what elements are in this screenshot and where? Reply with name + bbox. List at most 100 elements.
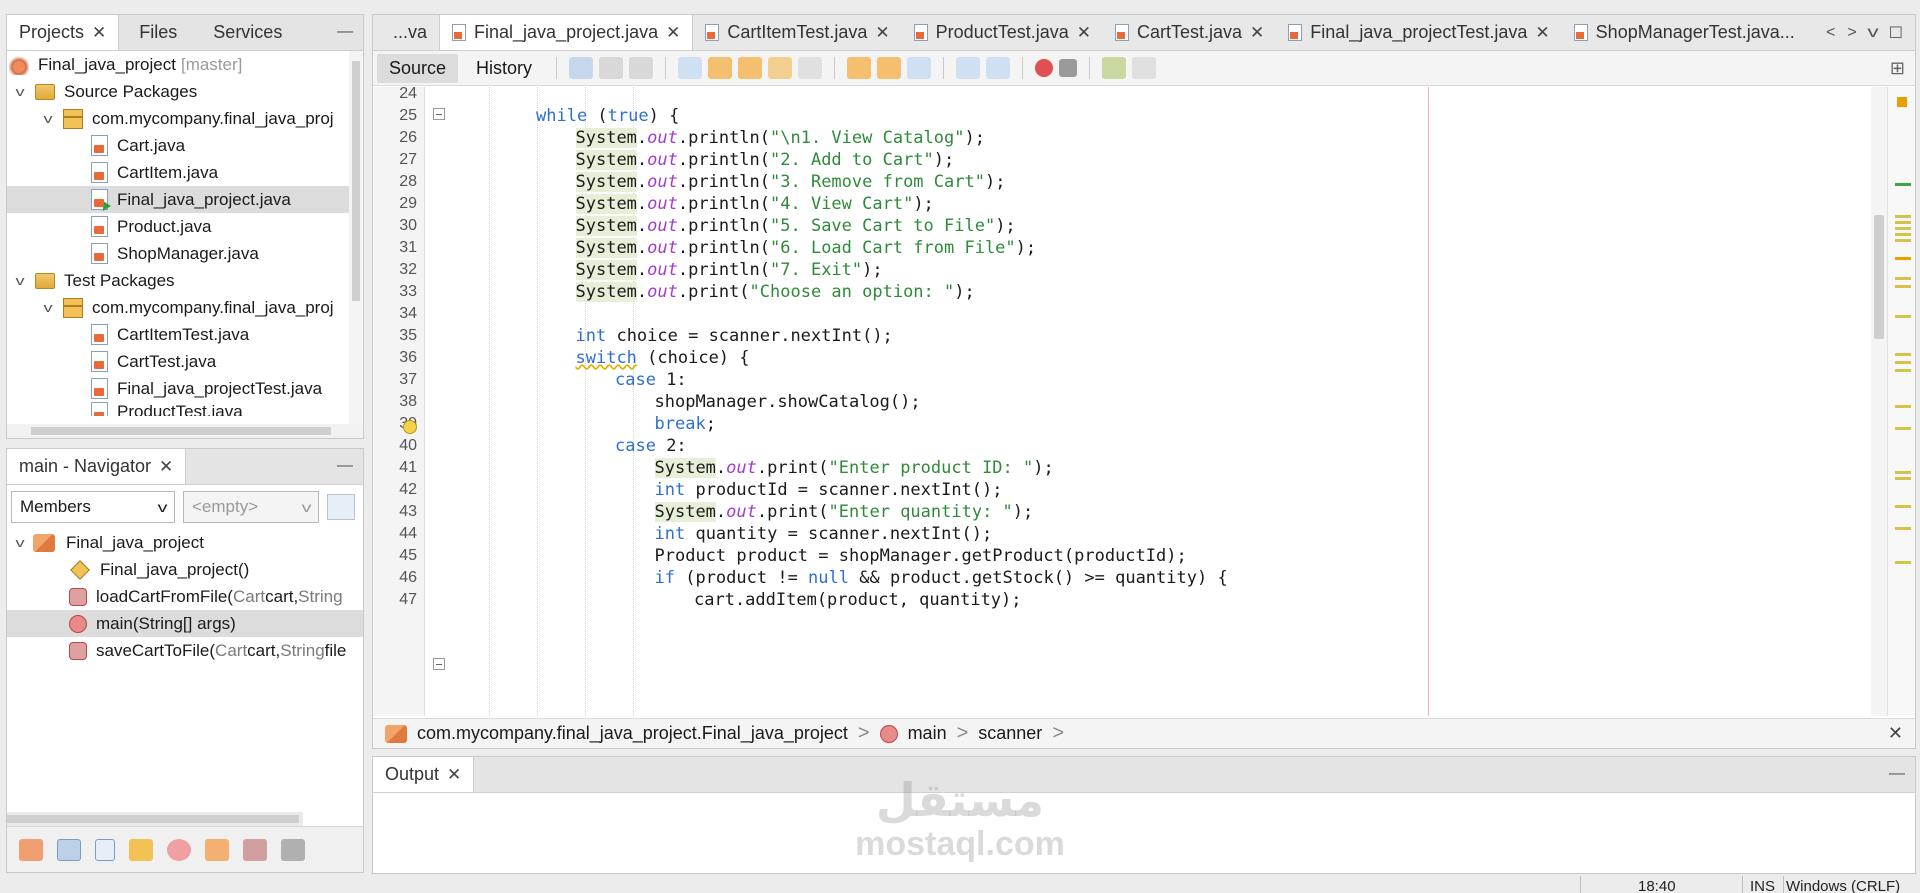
show-non-public-icon[interactable]: [129, 838, 153, 861]
tree-item-file[interactable]: Cart.java: [7, 132, 363, 159]
nav-item-constructor[interactable]: Final_java_project(): [7, 556, 363, 583]
tree-item-file-selected[interactable]: Final_java_project.java: [7, 186, 363, 213]
occurrence-marker[interactable]: [1895, 285, 1911, 288]
chevron-down-icon[interactable]: v: [35, 111, 60, 126]
source-button[interactable]: Source: [377, 53, 459, 83]
minimize-icon[interactable]: —: [337, 457, 353, 475]
tree-item-file[interactable]: ProductTest.java: [7, 402, 363, 416]
scrollbar-thumb[interactable]: [31, 427, 331, 435]
history-button[interactable]: History: [464, 54, 544, 83]
close-icon[interactable]: ✕: [92, 23, 106, 43]
show-inherited-icon[interactable]: [167, 838, 191, 861]
editor-tab-active[interactable]: Final_java_project.java ✕: [439, 15, 694, 50]
code-area[interactable]: 24 25 while (true) {26 System.out.println("…: [373, 87, 1888, 716]
occurrence-marker[interactable]: [1895, 477, 1911, 480]
chevron-down-icon[interactable]: v: [7, 535, 32, 550]
close-icon[interactable]: ✕: [447, 765, 461, 785]
horizontal-scrollbar[interactable]: [7, 812, 303, 826]
toggle-bookmark-icon[interactable]: [907, 57, 932, 79]
editor-vertical-scrollbar[interactable]: [1871, 87, 1887, 716]
editor-tab[interactable]: CartTest.java ✕: [1103, 15, 1276, 50]
occurrence-marker[interactable]: [1895, 361, 1911, 364]
minimize-icon[interactable]: —: [337, 23, 353, 41]
chevron-right-icon[interactable]: >: [1847, 24, 1856, 42]
show-javadoc-icon[interactable]: [281, 838, 305, 861]
chevron-down-icon[interactable]: v: [7, 273, 32, 288]
find-next-icon[interactable]: [738, 57, 763, 79]
forward-icon[interactable]: [629, 57, 654, 79]
close-icon[interactable]: ✕: [159, 457, 173, 477]
next-bookmark-icon[interactable]: [877, 57, 902, 79]
shift-right-icon[interactable]: [986, 57, 1011, 79]
line-ending[interactable]: Windows (CRLF): [1786, 878, 1900, 893]
vertical-scrollbar[interactable]: [349, 51, 363, 424]
caret-marker[interactable]: [1895, 183, 1911, 186]
occurrence-marker[interactable]: [1895, 221, 1911, 224]
warning-marker[interactable]: [1895, 257, 1911, 260]
show-fields-icon[interactable]: [57, 838, 81, 861]
breadcrumb-item[interactable]: com.mycompany.final_java_project.Final_j…: [417, 723, 848, 744]
members-select[interactable]: Members v: [11, 491, 175, 523]
close-icon[interactable]: ✕: [1888, 723, 1903, 744]
inherited-members-button[interactable]: [327, 494, 355, 520]
occurrence-marker[interactable]: [1895, 239, 1911, 242]
occurrence-marker[interactable]: [1895, 277, 1911, 280]
tree-item-test-packages[interactable]: v Test Packages: [7, 267, 363, 294]
close-icon[interactable]: ✕: [875, 23, 889, 43]
tab-services[interactable]: Services: [201, 15, 294, 50]
horizontal-scrollbar[interactable]: [7, 424, 363, 438]
scrollbar-thumb[interactable]: [1874, 215, 1884, 339]
editor-tab[interactable]: Final_java_projectTest.java ✕: [1276, 15, 1561, 50]
tab-output[interactable]: Output ✕: [373, 757, 475, 792]
find-icon[interactable]: [678, 57, 703, 79]
comment-icon[interactable]: [1102, 57, 1127, 79]
occurrence-marker[interactable]: [1895, 405, 1911, 408]
occurrence-marker[interactable]: [1895, 527, 1911, 530]
tree-item-file[interactable]: CartTest.java: [7, 348, 363, 375]
occurrence-marker[interactable]: [1895, 505, 1911, 508]
tree-item-file[interactable]: Product.java: [7, 213, 363, 240]
fully-qualified-icon[interactable]: [243, 838, 267, 861]
occurrence-marker[interactable]: [1895, 315, 1911, 318]
find-previous-icon[interactable]: [708, 57, 733, 79]
show-static-icon[interactable]: [95, 838, 115, 861]
sort-by-name-icon[interactable]: [19, 838, 43, 861]
fold-icon[interactable]: [433, 658, 445, 670]
occurrence-marker[interactable]: [1895, 561, 1911, 564]
close-icon[interactable]: ✕: [1077, 23, 1091, 43]
tree-item-package[interactable]: v com.mycompany.final_java_proj: [7, 105, 363, 132]
tree-item-file[interactable]: CartItem.java: [7, 159, 363, 186]
tab-navigator[interactable]: main - Navigator ✕: [7, 449, 187, 484]
tree-item-source-packages[interactable]: v Source Packages: [7, 78, 363, 105]
chevron-down-icon[interactable]: v: [1867, 24, 1878, 42]
chevron-down-icon[interactable]: v: [35, 300, 60, 315]
secondary-select[interactable]: <empty> v: [183, 491, 319, 523]
previous-bookmark-icon[interactable]: [847, 57, 872, 79]
minimize-icon[interactable]: —: [1889, 765, 1905, 783]
lightbulb-hint-icon[interactable]: [403, 420, 417, 434]
rectangular-selection-icon[interactable]: [798, 57, 823, 79]
occurrence-marker[interactable]: [1895, 369, 1911, 372]
occurrence-marker[interactable]: [1895, 471, 1911, 474]
warning-marker[interactable]: [1897, 97, 1907, 107]
close-icon[interactable]: ✕: [666, 23, 680, 43]
breadcrumb-item[interactable]: scanner: [978, 723, 1042, 744]
record-macro-icon[interactable]: [1035, 59, 1054, 77]
back-icon[interactable]: [599, 57, 624, 79]
toggle-highlight-icon[interactable]: [768, 57, 793, 79]
error-stripe[interactable]: [1887, 87, 1915, 716]
tree-item-file[interactable]: ShopManager.java: [7, 240, 363, 267]
editor-tab[interactable]: ShopManagerTest.java...: [1562, 15, 1807, 50]
nav-item-method-selected[interactable]: main(String[] args): [7, 610, 363, 637]
scrollbar-thumb[interactable]: [7, 815, 299, 823]
nav-item-method[interactable]: saveCartToFile(Cart cart, String file: [7, 637, 363, 664]
tree-item-file[interactable]: Final_java_projectTest.java: [7, 375, 363, 402]
last-edit-icon[interactable]: [569, 57, 594, 79]
scrollbar-thumb[interactable]: [352, 61, 360, 301]
tab-files[interactable]: Files: [119, 15, 201, 50]
occurrence-marker[interactable]: [1895, 427, 1911, 430]
breadcrumb-item[interactable]: main: [908, 723, 947, 744]
tab-projects[interactable]: Projects ✕: [7, 15, 120, 50]
close-icon[interactable]: ✕: [1250, 23, 1264, 43]
shift-left-icon[interactable]: [956, 57, 981, 79]
